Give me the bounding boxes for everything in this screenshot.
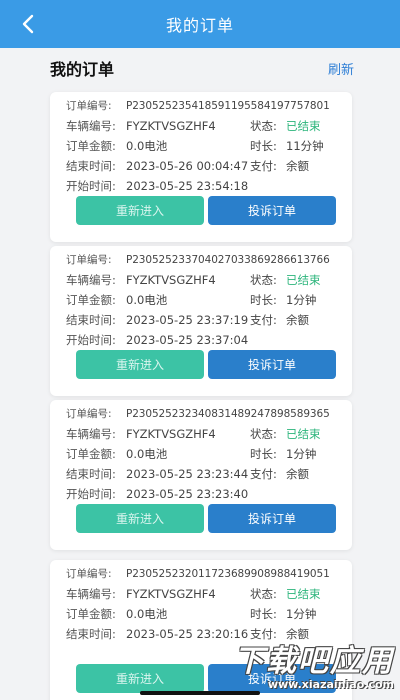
payment-row: 支付: 余额 (250, 464, 309, 484)
end-time-value: 2023-05-25 23:37:19 (126, 313, 249, 327)
start-time-row: 开始时间: 2023-05-25 23:37:04 (66, 330, 248, 350)
payment-row: 支付: 余额 (250, 310, 309, 330)
status-badge: 已结束 (286, 427, 321, 441)
vehicle-row: 车辆编号: FYZKTVSGZHF4 (66, 116, 216, 136)
vehicle-no-value: FYZKTVSGZHF4 (126, 119, 216, 133)
amount-value: 0.0电池 (126, 293, 168, 307)
amount-row: 订单金额: 0.0电池 (66, 444, 167, 464)
duration-value: 1分钟 (286, 447, 317, 461)
watermark-url: www.xiazainiao.com (267, 678, 394, 691)
duration-row: 时长: 11分钟 (250, 136, 324, 156)
order-no-value: P230525232011723689908988419051 (126, 568, 330, 580)
order-no-row: 订单编号: P230525233704027033869286613766 (66, 250, 330, 270)
order-card: 订单编号: P230525235418591195584197757801 车辆编… (50, 92, 352, 242)
payment-value: 余额 (286, 467, 309, 481)
back-button[interactable] (12, 8, 44, 40)
vehicle-no-value: FYZKTVSGZHF4 (126, 427, 216, 441)
home-indicator[interactable] (140, 691, 260, 695)
order-list[interactable]: 订单编号: P230525235418591195584197757801 车辆编… (0, 88, 400, 700)
vehicle-row: 车辆编号: FYZKTVSGZHF4 (66, 584, 216, 604)
amount-row: 订单金额: 0.0电池 (66, 290, 167, 310)
watermark-text: 下载吧应用 (234, 644, 394, 679)
duration-value: 11分钟 (286, 139, 324, 153)
amount-value: 0.0电池 (126, 139, 168, 153)
end-time-row: 结束时间: 2023-05-25 23:37:19 (66, 310, 248, 330)
payment-value: 余额 (286, 627, 309, 641)
status-row: 状态: 已结束 (250, 424, 321, 444)
complain-button[interactable]: 投诉订单 (208, 504, 336, 533)
amount-row: 订单金额: 0.0电池 (66, 604, 167, 624)
amount-row: 订单金额: 0.0电池 (66, 136, 167, 156)
start-time-value: 2023-05-25 23:37:04 (126, 333, 249, 347)
end-time-row: 结束时间: 2023-05-26 00:04:47 (66, 156, 248, 176)
start-time-value: 2023-05-25 23:23:40 (126, 487, 249, 501)
vehicle-row: 车辆编号: FYZKTVSGZHF4 (66, 270, 216, 290)
reenter-button[interactable]: 重新进入 (76, 504, 204, 533)
status-row: 状态: 已结束 (250, 584, 321, 604)
vehicle-row: 车辆编号: FYZKTVSGZHF4 (66, 424, 216, 444)
status-row: 状态: 已结束 (250, 270, 321, 290)
duration-row: 时长: 1分钟 (250, 290, 316, 310)
payment-row: 支付: 余额 (250, 624, 309, 644)
start-time-row: 开始时间: 2023-05-25 23:23:40 (66, 484, 248, 504)
vehicle-no-value: FYZKTVSGZHF4 (126, 273, 216, 287)
reenter-button[interactable]: 重新进入 (76, 350, 204, 379)
reenter-button[interactable]: 重新进入 (76, 196, 204, 225)
nav-header: 我的订单 (0, 0, 400, 48)
end-time-row: 结束时间: 2023-05-25 23:20:16 (66, 624, 248, 644)
end-time-value: 2023-05-25 23:23:44 (126, 467, 249, 481)
start-time-row: 开始时间: 2023-05-25 23:54:18 (66, 176, 248, 196)
section-title: 我的订单 (50, 60, 115, 79)
end-time-row: 结束时间: 2023-05-25 23:23:44 (66, 464, 248, 484)
status-badge: 已结束 (286, 273, 321, 287)
amount-value: 0.0电池 (126, 447, 168, 461)
payment-value: 余额 (286, 159, 309, 173)
order-no-value: P230525233704027033869286613766 (126, 254, 330, 266)
complain-button[interactable]: 投诉订单 (208, 196, 336, 225)
order-no-value: P230525232340831489247898589365 (126, 408, 330, 420)
status-row: 状态: 已结束 (250, 116, 321, 136)
status-badge: 已结束 (286, 119, 321, 133)
complain-button[interactable]: 投诉订单 (208, 350, 336, 379)
order-card: 订单编号: P230525232340831489247898589365 车辆编… (50, 400, 352, 550)
order-card: 订单编号: P230525233704027033869286613766 车辆编… (50, 246, 352, 396)
end-time-value: 2023-05-25 23:20:16 (126, 627, 249, 641)
order-no-row: 订单编号: P230525232011723689908988419051 (66, 564, 330, 584)
refresh-button[interactable]: 刷新 (328, 59, 354, 78)
duration-row: 时长: 1分钟 (250, 444, 316, 464)
order-no-value: P230525235418591195584197757801 (126, 100, 330, 112)
start-time-value: 2023-05-25 23:54:18 (126, 179, 249, 193)
duration-value: 1分钟 (286, 607, 317, 621)
watermark-logo: 下载吧应用 www.xiazainiao.com (204, 642, 394, 696)
section-header: 我的订单 刷新 (0, 48, 400, 88)
amount-value: 0.0电池 (126, 607, 168, 621)
duration-value: 1分钟 (286, 293, 317, 307)
order-no-row: 订单编号: P230525232340831489247898589365 (66, 404, 330, 424)
chevron-left-icon (22, 14, 34, 34)
reenter-button[interactable]: 重新进入 (76, 664, 204, 693)
duration-row: 时长: 1分钟 (250, 604, 316, 624)
vehicle-no-value: FYZKTVSGZHF4 (126, 587, 216, 601)
payment-row: 支付: 余额 (250, 156, 309, 176)
payment-value: 余额 (286, 313, 309, 327)
end-time-value: 2023-05-26 00:04:47 (126, 159, 249, 173)
page-title: 我的订单 (165, 16, 234, 35)
order-no-row: 订单编号: P230525235418591195584197757801 (66, 96, 330, 116)
status-badge: 已结束 (286, 587, 321, 601)
